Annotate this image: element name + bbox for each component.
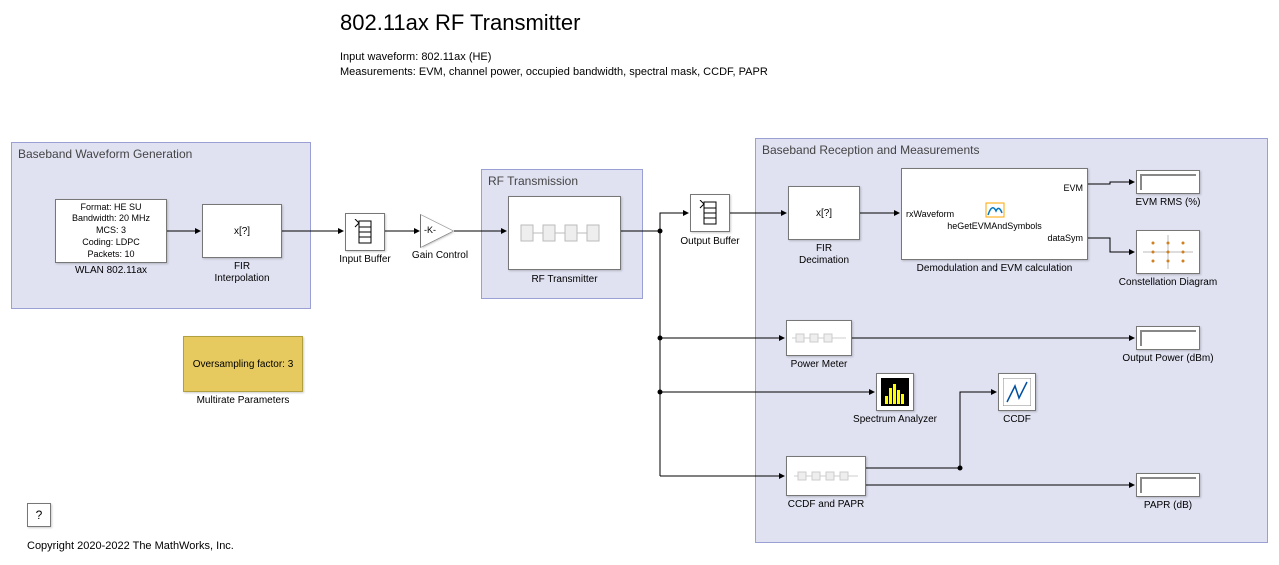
block-fir-interpolation[interactable]: x[?] — [202, 204, 282, 258]
constellation-icon — [1143, 235, 1193, 269]
label-power-meter: Power Meter — [776, 359, 862, 371]
matlab-function-icon — [984, 201, 1006, 219]
region-title-baseband-gen: Baseband Waveform Generation — [18, 147, 192, 161]
ccdf-papr-icon — [794, 466, 858, 486]
gain-inner-text: -K- — [424, 225, 436, 235]
power-meter-icon — [792, 328, 846, 348]
annotation-multirate[interactable]: Oversampling factor: 3 — [183, 336, 303, 392]
label-multirate: Multirate Parameters — [183, 395, 303, 407]
label-fir-decimation: FIR Decimation — [788, 243, 860, 267]
page-subtitle: Input waveform: 802.11ax (HE) Measuremen… — [340, 50, 768, 81]
subtitle-line-1: Input waveform: 802.11ax (HE) — [340, 51, 491, 63]
block-rf-transmitter[interactable] — [508, 196, 621, 270]
spectrum-icon — [881, 378, 909, 406]
buffer-icon — [698, 200, 722, 226]
block-power-meter[interactable] — [786, 320, 852, 356]
region-title-baseband-rx: Baseband Reception and Measurements — [762, 143, 979, 157]
label-input-buffer: Input Buffer — [330, 254, 400, 266]
buffer-icon — [353, 219, 377, 245]
wlan-param-format: Format: HE SU — [80, 202, 141, 214]
port-datasym: dataSym — [1047, 233, 1083, 243]
port-evm: EVM — [1063, 183, 1083, 193]
block-output-buffer[interactable] — [690, 194, 730, 232]
label-rf-transmitter: RF Transmitter — [508, 274, 621, 286]
block-input-buffer[interactable] — [345, 213, 385, 251]
wlan-param-packets: Packets: 10 — [87, 249, 134, 261]
label-demod-evm: Demodulation and EVM calculation — [901, 263, 1088, 275]
subtitle-line-2: Measurements: EVM, channel power, occupi… — [340, 66, 768, 78]
label-ccdf-scope: CCDF — [988, 414, 1046, 426]
page-title: 802.11ax RF Transmitter — [340, 10, 580, 36]
block-ccdf-scope[interactable] — [998, 373, 1036, 411]
fn-name-demod: heGetEVMAndSymbols — [902, 221, 1087, 231]
label-constellation-diagram: Constellation Diagram — [1116, 277, 1220, 289]
label-output-buffer: Output Buffer — [675, 236, 745, 248]
label-evm-display: EVM RMS (%) — [1120, 197, 1216, 209]
block-power-display[interactable] — [1136, 326, 1200, 350]
block-ccdf-papr[interactable] — [786, 456, 866, 496]
block-evm-display[interactable] — [1136, 170, 1200, 194]
region-title-rf-tx: RF Transmission — [488, 174, 578, 188]
block-spectrum-analyzer[interactable] — [876, 373, 914, 411]
label-power-display: Output Power (dBm) — [1116, 353, 1220, 365]
block-fir-decimation[interactable]: x[?] — [788, 186, 860, 240]
block-wlan-source[interactable]: Format: HE SU Bandwidth: 20 MHz MCS: 3 C… — [55, 199, 167, 263]
label-spectrum-analyzer: Spectrum Analyzer — [848, 414, 942, 426]
ccdf-icon — [1003, 378, 1031, 406]
multirate-text: Oversampling factor: 3 — [193, 359, 294, 370]
help-icon: ? — [36, 508, 43, 522]
help-button[interactable]: ? — [27, 503, 51, 527]
fir-interp-inner: x[?] — [234, 225, 250, 238]
wlan-param-mcs: MCS: 3 — [96, 225, 126, 237]
label-ccdf-papr: CCDF and PAPR — [776, 499, 876, 511]
label-fir-interpolation: FIR Interpolation — [202, 261, 282, 285]
block-constellation-diagram[interactable] — [1136, 230, 1200, 274]
fir-decim-inner: x[?] — [816, 207, 832, 220]
copyright-text: Copyright 2020-2022 The MathWorks, Inc. — [27, 540, 234, 552]
rf-subsystem-icon — [515, 213, 615, 253]
wlan-param-coding: Coding: LDPC — [82, 237, 140, 249]
label-gain-control: Gain Control — [410, 250, 470, 262]
label-papr-display: PAPR (dB) — [1126, 500, 1210, 512]
label-wlan-source: WLAN 802.11ax — [55, 265, 167, 277]
block-papr-display[interactable] — [1136, 473, 1200, 497]
block-demod-evm[interactable]: rxWaveform EVM dataSym heGetEVMAndSymbol… — [901, 168, 1088, 260]
wlan-param-bandwidth: Bandwidth: 20 MHz — [72, 213, 150, 225]
